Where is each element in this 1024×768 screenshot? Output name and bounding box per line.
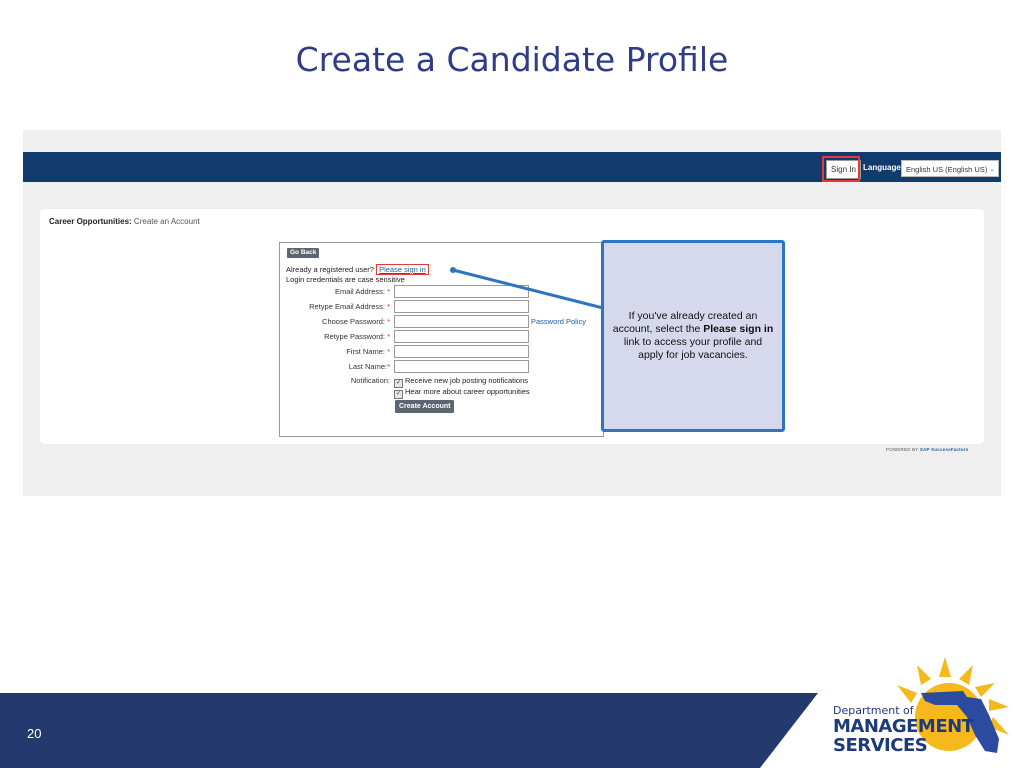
callout-text-bold: Please sign in — [703, 323, 774, 335]
breadcrumb-page: Create an Account — [133, 217, 200, 226]
career-news-label: Hear more about career opportunities — [405, 387, 530, 396]
password-label-text: Choose Password: — [322, 317, 385, 326]
first-name-label-text: First Name: — [346, 347, 385, 356]
retype-password-row: Retype Password: * — [280, 330, 603, 343]
powered-by: POWERED BY SAP SuccessFactors — [886, 447, 968, 452]
powered-by-brand: SAP SuccessFactors — [919, 447, 969, 452]
email-label: Email Address: * — [335, 287, 390, 296]
notification-label: Notification: — [350, 376, 390, 385]
logo-line-department: Department of — [833, 704, 914, 717]
retype-email-label: Retype Email Address: * — [309, 302, 390, 311]
password-label: Choose Password: * — [322, 317, 390, 326]
create-account-form: Go Back Already a registered user? Pleas… — [279, 242, 604, 437]
last-name-row: Last Name:* — [280, 360, 603, 373]
chevron-down-icon: ⌄ — [989, 166, 995, 173]
retype-email-field[interactable] — [394, 300, 529, 313]
notify-postings-label: Receive new job posting notifications — [405, 376, 528, 385]
breadcrumb-section: Career Opportunities: — [49, 217, 132, 226]
registered-user-text: Already a registered user? — [286, 265, 374, 274]
logo-line-services: SERVICES — [833, 735, 928, 756]
required-marker: * — [387, 332, 390, 341]
slide-title: Create a Candidate Profile — [295, 40, 729, 79]
retype-email-row: Retype Email Address: * — [280, 300, 603, 313]
page-number: 20 — [27, 726, 42, 741]
required-marker: * — [387, 362, 390, 371]
logo-line-management: MANAGEMENT — [833, 716, 974, 737]
career-news-checkbox[interactable]: ✓ — [394, 390, 403, 399]
required-marker: * — [387, 347, 390, 356]
create-account-button[interactable]: Create Account — [395, 400, 455, 413]
instruction-callout: If you've already created an account, se… — [601, 240, 785, 432]
password-policy-link[interactable]: Password Policy — [531, 317, 586, 326]
retype-password-field[interactable] — [394, 330, 529, 343]
last-name-label-text: Last Name: — [348, 362, 388, 371]
last-name-label: Last Name:* — [349, 362, 390, 371]
language-label: Language — [863, 163, 901, 172]
retype-password-label: Retype Password: * — [324, 332, 390, 341]
footer-band — [0, 693, 818, 768]
callout-text: If you've already created an account, se… — [604, 310, 782, 362]
first-name-row: First Name: * — [280, 345, 603, 358]
case-sensitive-note: Login credentials are case sensitive — [286, 275, 405, 284]
retype-email-label-text: Retype Email Address: — [309, 302, 385, 311]
password-field[interactable] — [394, 315, 529, 328]
first-name-field[interactable] — [394, 345, 529, 358]
retype-password-label-text: Retype Password: — [324, 332, 385, 341]
sign-in-highlight-box — [822, 156, 860, 182]
embedded-screenshot: Sign In Language English US (English US)… — [23, 130, 1001, 496]
required-marker: * — [387, 302, 390, 311]
go-back-button[interactable]: Go Back — [287, 248, 320, 258]
required-marker: * — [387, 287, 390, 296]
email-field[interactable] — [394, 285, 529, 298]
last-name-field[interactable] — [394, 360, 529, 373]
password-row: Choose Password: * Password Policy — [280, 315, 603, 328]
language-select[interactable]: English US (English US) ⌄ — [901, 160, 999, 177]
agency-logo: Department of MANAGEMENT SERVICES — [833, 704, 974, 756]
email-row: Email Address: * — [280, 285, 603, 298]
callout-text-end: link to access your profile and apply fo… — [623, 336, 763, 361]
first-name-label: First Name: * — [346, 347, 390, 356]
please-sign-in-link[interactable]: Please sign in — [376, 264, 429, 275]
language-select-value: English US (English US) — [906, 165, 988, 174]
career-news-option: ✓ Hear more about career opportunities — [394, 387, 530, 399]
required-marker: * — [387, 317, 390, 326]
registered-user-line: Already a registered user? Please sign i… — [286, 264, 429, 275]
breadcrumb: Career Opportunities: Create an Account — [49, 217, 200, 226]
powered-by-prefix: POWERED BY — [886, 447, 919, 452]
site-header: Sign In Language English US (English US)… — [23, 152, 1001, 182]
email-label-text: Email Address: — [334, 287, 385, 296]
